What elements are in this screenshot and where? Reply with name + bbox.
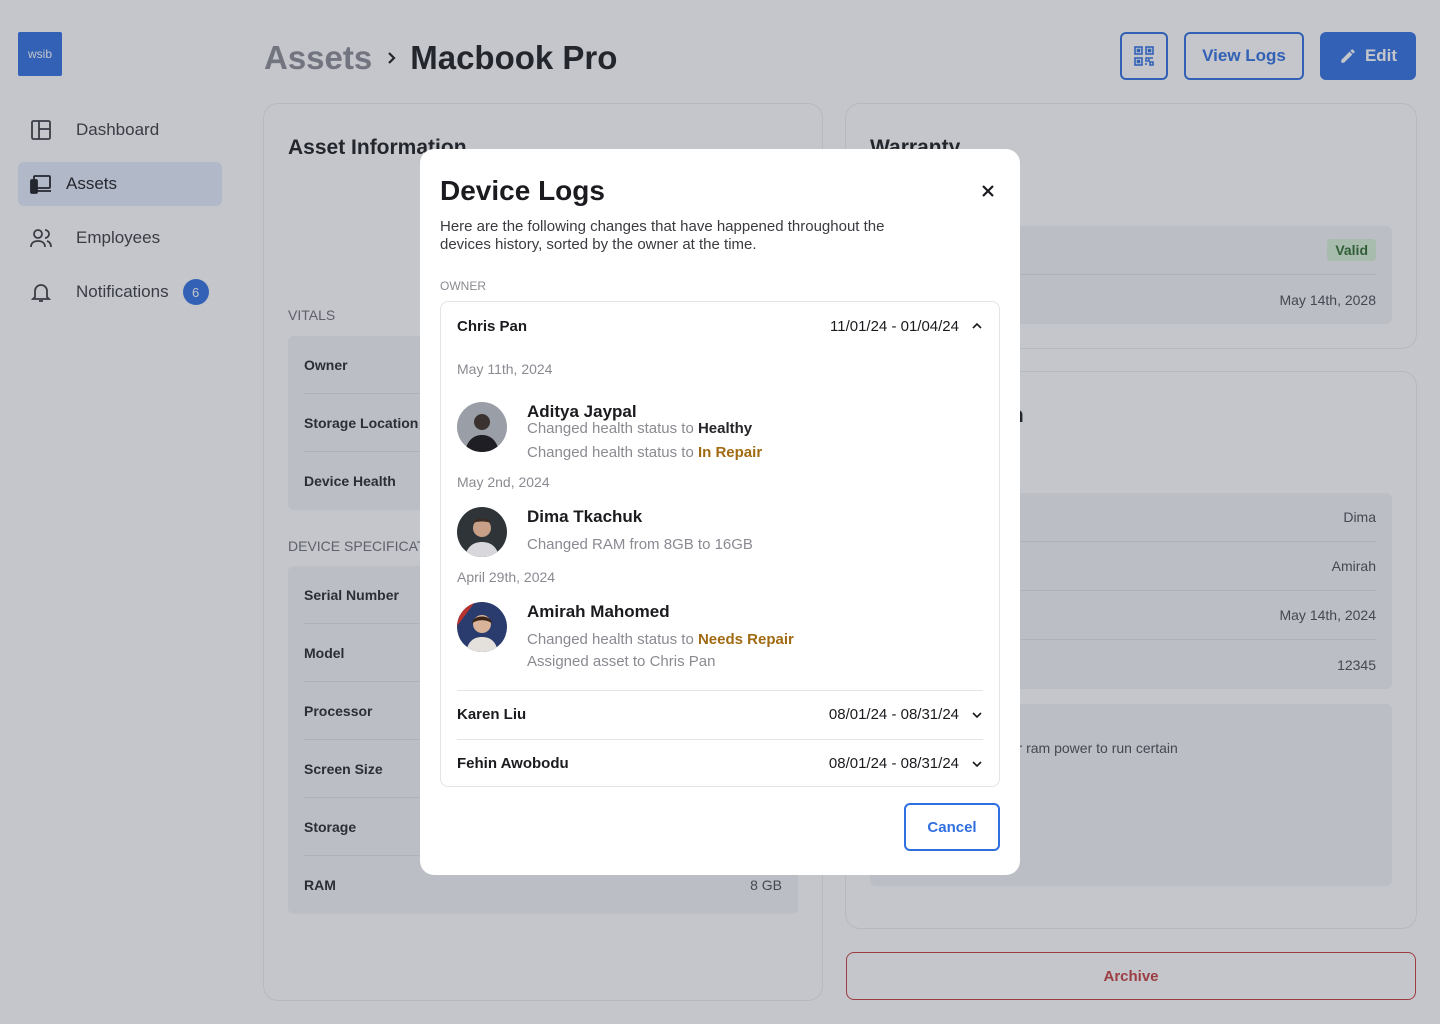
log-user-name: Amirah Mahomed — [527, 602, 670, 621]
chevron-up-icon — [972, 322, 982, 329]
log-user-name: Dima Tkachuk — [527, 507, 643, 526]
owner-name: Chris Pan — [457, 317, 528, 335]
log-change-value: Needs Repair — [697, 631, 794, 648]
avatar — [457, 602, 507, 652]
owner-range-text: 08/01/24 - 08/31/24 — [828, 706, 959, 723]
owner-log-list: Chris Pan 11/01/24 - 01/04/24 May 11th, … — [440, 301, 1000, 787]
log-change-text: Changed health status to — [527, 631, 698, 648]
owner-row-chris-pan[interactable]: Chris Pan 11/01/24 - 01/04/24 — [457, 302, 983, 350]
device-logs-modal: Device Logs Here are the following chang… — [420, 149, 1020, 875]
close-icon — [982, 185, 994, 197]
owner-row-fehin-awobodu[interactable]: Fehin Awobodu 08/01/24 - 08/31/24 — [457, 739, 983, 787]
log-change: Changed health status to Healthy — [527, 420, 752, 437]
owner-range: 11/01/24 - 01/04/24 — [830, 318, 983, 335]
owner-column-label: OWNER — [440, 279, 486, 293]
log-date: May 11th, 2024 — [457, 361, 553, 377]
log-user-name: Aditya Jaypal — [527, 402, 637, 421]
log-change-value: In Repair — [697, 444, 763, 461]
cancel-button[interactable]: Cancel — [904, 803, 1000, 851]
log-change-text: Changed RAM from 8GB to 16GB — [527, 536, 753, 553]
log-change: Changed health status to In Repair — [527, 444, 762, 461]
log-change: Changed RAM from 8GB to 16GB — [527, 536, 753, 553]
log-change-text: Assigned asset to Chris Pan — [527, 653, 716, 670]
owner-name: Fehin Awobodu — [457, 755, 569, 772]
log-change-text: Changed health status to — [527, 420, 698, 437]
modal-description: Here are the following changes that have… — [440, 218, 885, 253]
log-date: May 2nd, 2024 — [457, 474, 550, 490]
owner-range-text: 11/01/24 - 01/04/24 — [830, 317, 959, 335]
modal-title: Device Logs — [440, 175, 605, 206]
chevron-down-icon — [972, 711, 982, 718]
owner-row-karen-liu[interactable]: Karen Liu 08/01/24 - 08/31/24 — [457, 690, 983, 738]
chevron-down-icon — [972, 760, 982, 767]
close-button[interactable] — [976, 179, 1000, 203]
log-change-text: Changed health status to — [527, 444, 698, 461]
owner-range: 08/01/24 - 08/31/24 — [829, 755, 983, 772]
avatar — [457, 402, 507, 452]
avatar — [457, 507, 507, 557]
owner-name: Karen Liu — [457, 706, 527, 723]
owner-range-text: 08/01/24 - 08/31/24 — [828, 755, 959, 772]
owner-range: 08/01/24 - 08/31/24 — [829, 706, 983, 723]
log-change: Changed health status to Needs Repair — [527, 631, 794, 648]
log-date: April 29th, 2024 — [457, 569, 556, 585]
log-change-value: Healthy — [697, 420, 753, 437]
log-change: Assigned asset to Chris Pan — [527, 653, 715, 670]
